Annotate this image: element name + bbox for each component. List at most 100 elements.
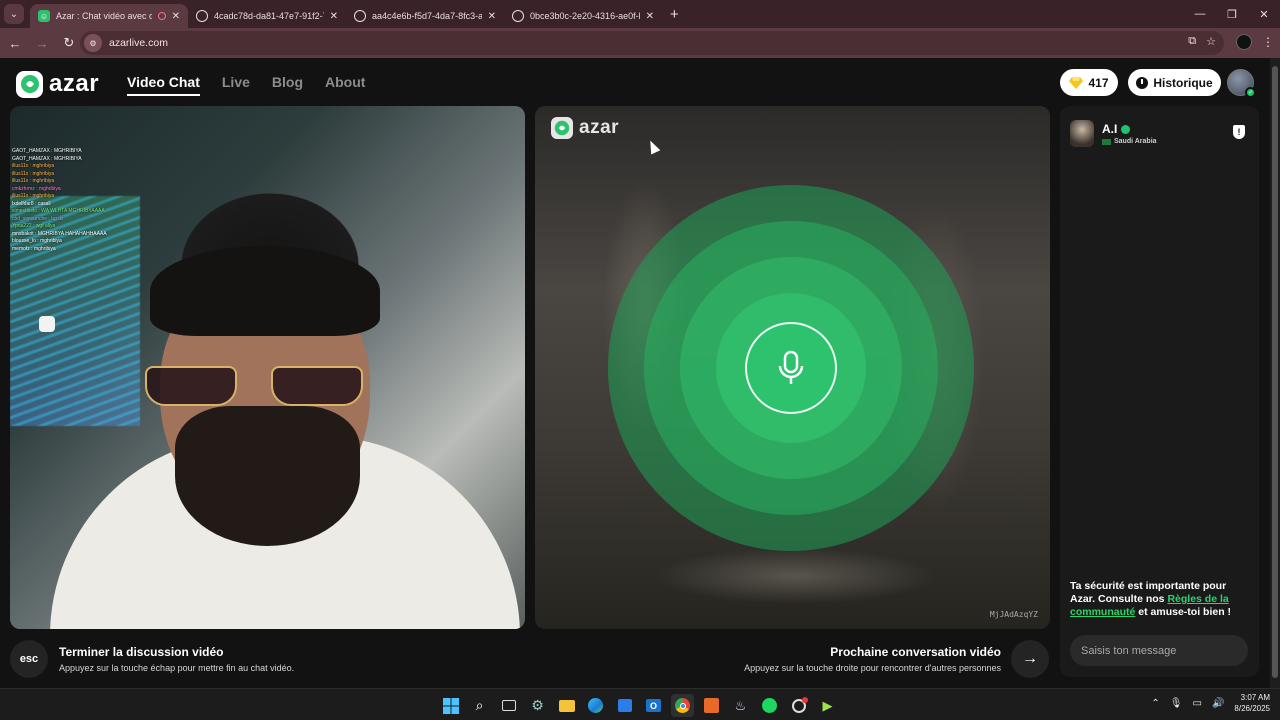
nav-blog[interactable]: Blog [272, 74, 303, 96]
partner-info[interactable]: A.I Saudi Arabia [1070, 120, 1157, 147]
clock-date: 8/26/2025 [1234, 704, 1270, 713]
edge-browser-icon[interactable] [584, 694, 607, 717]
tab-azar[interactable]: ☺ Azar : Chat vidéo avec de n ✕ [30, 4, 188, 28]
close-window-button[interactable]: ✕ [1248, 0, 1280, 28]
tab-title: Azar : Chat vidéo avec de n [56, 11, 152, 21]
end-chat-esc-button[interactable]: esc [10, 640, 48, 678]
windows-start-icon[interactable] [439, 694, 462, 717]
search-icon[interactable]: ⌕ [468, 694, 491, 717]
microsoft-store-icon[interactable] [613, 694, 636, 717]
stream-chat-overlay: GAOT_HAMZAX : MGHRIBIYA GAOT_HAMZAX : MG… [12, 148, 172, 253]
system-tray: ⌃ 🎙 ▭ 🔊 3:07 AM 8/26/2025 [1151, 692, 1270, 714]
close-tab-icon[interactable]: ✕ [172, 11, 180, 22]
next-chat-hint: Prochaine conversation vidéo Appuyez sur… [744, 645, 1001, 673]
clock-icon [1136, 76, 1149, 89]
url-text[interactable]: azarlive.com [109, 37, 168, 49]
new-tab-button[interactable]: + [670, 6, 679, 23]
report-shield-icon[interactable]: ! [1233, 125, 1245, 139]
session-watermark: MjJAdAzqYZ [989, 610, 1038, 619]
green-arrow-app-icon[interactable]: ▶ [816, 694, 839, 717]
stream-chat-line: illus11x : mghribiya [12, 163, 55, 169]
stream-chat-line: GAOT_HAMZAX : MGHRIBIYA [12, 155, 82, 162]
site-info-icon[interactable]: ⚙ [84, 34, 102, 52]
partner-country: Saudi Arabia [1114, 138, 1157, 145]
microphone-tray-icon[interactable]: 🎙 [1170, 698, 1183, 709]
verified-badge-icon [1121, 124, 1131, 134]
bookmark-star-icon[interactable]: ☆ [1206, 35, 1216, 48]
sunglasses [145, 366, 375, 410]
history-button[interactable]: Historique [1128, 69, 1221, 96]
record-app-icon[interactable] [787, 694, 810, 717]
top-nav: Video Chat Live Blog About [127, 74, 365, 96]
stream-chat-line: illus11x : mghribiya [12, 178, 55, 184]
windows-taskbar: ⌕ ⚙ O ♨ ▶ ⌃ 🎙 ▭ 🔊 3:07 AM 8/26/2025 [0, 688, 1280, 720]
chrome-icon[interactable] [671, 694, 694, 717]
globe-icon [354, 10, 366, 22]
maximize-button[interactable]: ❐ [1216, 0, 1248, 28]
tab-2[interactable]: 4cadc78d-da81-47e7-91f2-7e3 ✕ [188, 4, 346, 28]
forward-button[interactable]: → [30, 31, 54, 55]
network-icon[interactable]: ▭ [1193, 698, 1202, 709]
end-chat-title: Terminer la discussion vidéo [59, 645, 224, 659]
minimize-button[interactable]: — [1184, 0, 1216, 28]
scrollbar[interactable] [1270, 58, 1280, 688]
person-hair [150, 246, 380, 336]
close-tab-icon[interactable]: ✕ [646, 11, 654, 22]
recording-indicator-icon [157, 12, 166, 20]
nav-about[interactable]: About [325, 74, 365, 96]
spotify-icon[interactable] [758, 694, 781, 717]
online-status-icon: ✓ [1245, 87, 1256, 98]
azar-logo[interactable]: azar [16, 70, 99, 98]
tab-title: aa4c4e6b-f5d7-4da7-8fc3-ab7 [372, 11, 482, 21]
back-button[interactable]: ← [3, 31, 27, 55]
outlook-icon[interactable]: O [642, 694, 665, 717]
orange-app-icon[interactable] [700, 694, 723, 717]
next-chat-subtitle: Appuyez sur la touche droite pour rencon… [744, 663, 1001, 673]
azar-logo-icon [16, 70, 43, 98]
gems-count: 417 [1088, 75, 1109, 90]
nav-video-chat[interactable]: Video Chat [127, 74, 200, 96]
address-bar[interactable]: ⚙ azarlive.com ⧉ ☆ [80, 31, 1224, 55]
profile-avatar[interactable] [1236, 34, 1252, 50]
steam-icon[interactable]: ♨ [729, 694, 752, 717]
chat-panel: A.I Saudi Arabia ! Ta sécurité est impor… [1060, 106, 1259, 677]
tab-3[interactable]: aa4c4e6b-f5d7-4da7-8fc3-ab7 ✕ [346, 4, 504, 28]
window-controls: — ❐ ✕ [1184, 0, 1280, 28]
gems-button[interactable]: 417 [1060, 69, 1118, 96]
message-input[interactable] [1070, 635, 1248, 666]
tab-4[interactable]: 0bce3b0c-2e20-4316-ae0f-bd2 ✕ [504, 4, 662, 28]
tab-title: 0bce3b0c-2e20-4316-ae0f-bd2 [530, 11, 640, 21]
globe-icon [512, 10, 524, 22]
task-view-icon[interactable] [497, 694, 520, 717]
tab-search-button[interactable]: ⌄ [4, 4, 24, 24]
end-chat-hint: Terminer la discussion vidéo Appuyez sur… [59, 645, 294, 673]
system-clock[interactable]: 3:07 AM 8/26/2025 [1234, 692, 1270, 714]
scrollbar-thumb[interactable] [1272, 66, 1278, 678]
stream-chat-line: blousse_lo : mghribiya [12, 238, 62, 244]
volume-icon[interactable]: 🔊 [1212, 698, 1224, 709]
browser-tab-strip: ⌄ ☺ Azar : Chat vidéo avec de n ✕ 4cadc7… [0, 0, 1280, 28]
user-avatar[interactable]: ✓ [1227, 69, 1256, 98]
reload-button[interactable]: ↻ [57, 31, 81, 55]
stream-chat-line: ximestibelo : WA WLHTA MGHRIBYAAAA [12, 208, 105, 214]
stream-chat-line: memofz : mghribiya [12, 245, 56, 252]
show-hidden-icons-icon[interactable]: ⌃ [1151, 698, 1159, 709]
logo-text: azar [49, 70, 100, 97]
azar-favicon-icon: ☺ [38, 10, 50, 22]
microphone-button[interactable] [745, 322, 837, 414]
install-app-icon[interactable]: ⧉ [1188, 35, 1196, 48]
close-tab-icon[interactable]: ✕ [488, 11, 496, 22]
safety-text-end: et amuse-toi bien ! [1135, 606, 1232, 618]
browser-menu-icon[interactable]: ⋮ [1262, 35, 1274, 49]
stream-chat-line: cbd_simounche : bg dz [12, 215, 64, 222]
voice-activity-rings [608, 185, 974, 551]
partner-name: A.I [1102, 122, 1118, 136]
next-chat-button[interactable]: → [1011, 640, 1049, 678]
nav-live[interactable]: Live [222, 74, 250, 96]
next-chat-title: Prochaine conversation vidéo [830, 645, 1001, 659]
browser-toolbar: ← → ↻ ⚙ azarlive.com ⧉ ☆ ⋮ [0, 28, 1280, 58]
partner-avatar[interactable] [1070, 120, 1094, 147]
close-tab-icon[interactable]: ✕ [330, 11, 338, 22]
settings-gear-icon[interactable]: ⚙ [526, 694, 549, 717]
file-explorer-icon[interactable] [555, 694, 578, 717]
